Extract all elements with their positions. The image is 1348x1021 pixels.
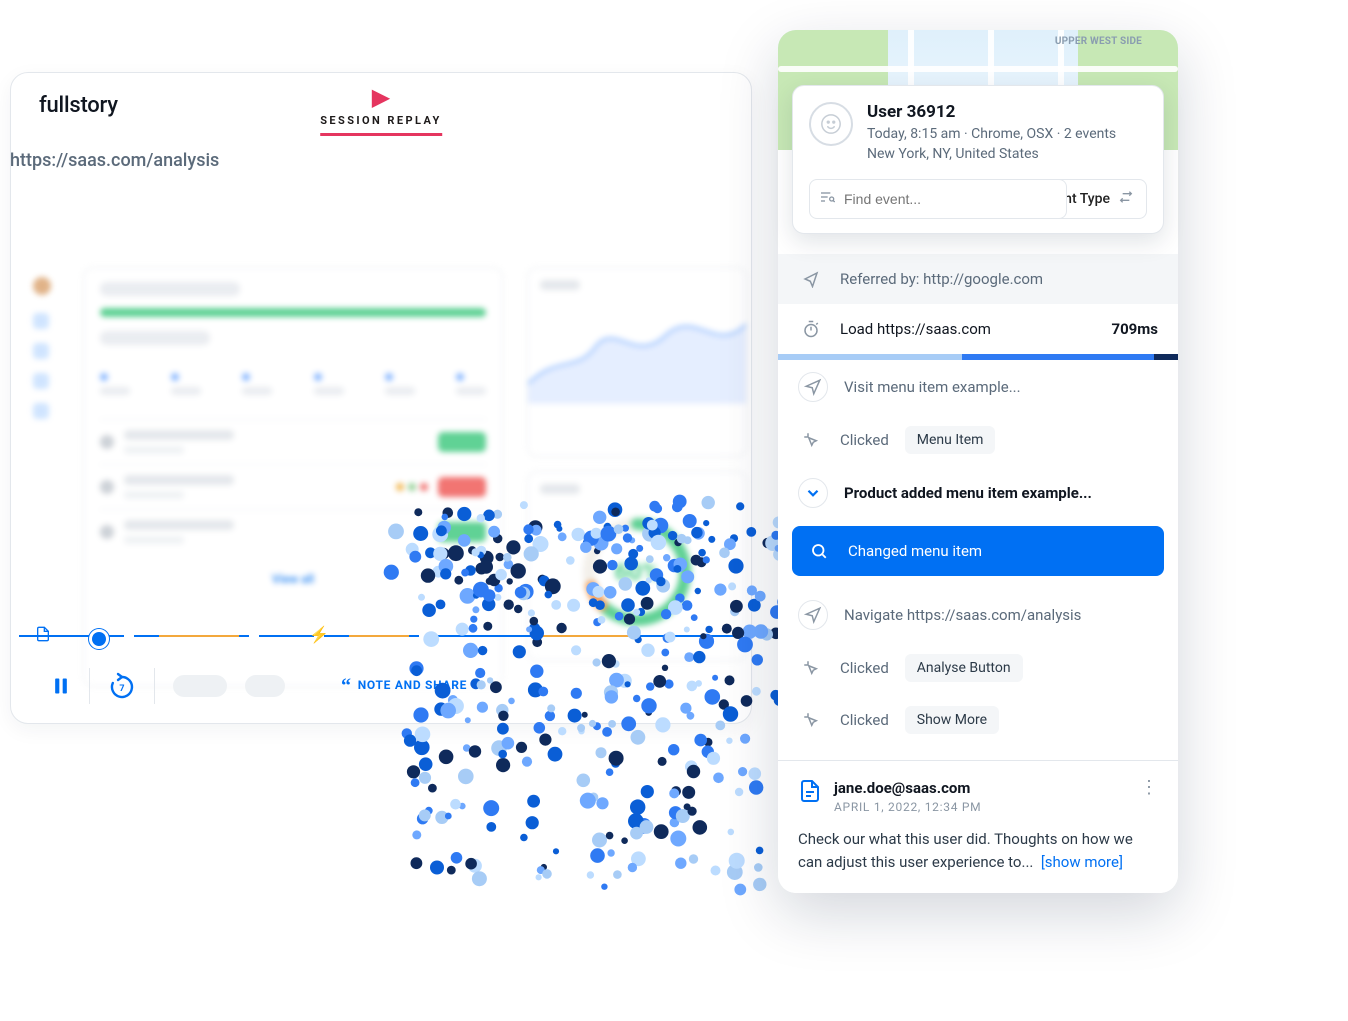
event-clicked-2[interactable]: Clicked Analyse Button (778, 642, 1178, 694)
user-name[interactable]: User 36912 (867, 102, 1116, 122)
mini-line-chart (528, 294, 746, 404)
event-visit[interactable]: Visit menu item example... (778, 360, 1178, 414)
playhead[interactable] (89, 629, 109, 649)
navigate-icon (798, 600, 828, 630)
note-body: Check our what this user did. Thoughts o… (798, 828, 1158, 873)
note-date: APRIL 1, 2022, 12:34 PM (834, 800, 1128, 814)
click-icon (798, 655, 824, 681)
swap-icon (1118, 189, 1134, 209)
chevron-down-icon (798, 478, 828, 508)
note-author[interactable]: jane.doe@saas.com (834, 779, 1128, 797)
load-time: 709ms (1111, 320, 1158, 338)
note-and-share-button[interactable]: “NOTE AND SHARE (341, 675, 467, 698)
brand-logo: fullstory (39, 93, 118, 118)
view-all-link[interactable]: View all (100, 572, 486, 586)
clicked-target-chip: Show More (905, 706, 999, 734)
pause-button[interactable] (51, 674, 71, 698)
replay-header: fullstory ▶ SESSION REPLAY (11, 73, 751, 133)
session-replay-label: SESSION REPLAY (320, 114, 442, 136)
event-expanded[interactable]: Product added menu item example... (778, 466, 1178, 520)
map-label: UPPER WEST SIDE (1055, 36, 1142, 47)
note-menu-button[interactable]: ⋮ (1140, 779, 1158, 797)
rewind-button[interactable]: 7 (108, 672, 136, 700)
user-meta: Today, 8:15 am · Chrome, OSX · 2 eventsN… (867, 124, 1116, 165)
find-event-input[interactable] (809, 179, 1067, 219)
clicked-target-chip: Menu Item (905, 426, 996, 454)
bolt-icon: ⚡ (309, 625, 329, 644)
volume-control[interactable] (245, 675, 285, 697)
event-clicked-3[interactable]: Clicked Show More (778, 694, 1178, 746)
note-card: jane.doe@saas.com APRIL 1, 2022, 12:34 P… (778, 761, 1178, 893)
document-icon (35, 625, 51, 647)
event-navigate[interactable]: Navigate https://saas.com/analysis (778, 588, 1178, 642)
session-url: https://saas.com/analysis (10, 150, 219, 171)
share-icon (798, 266, 824, 292)
avatar-icon (809, 102, 853, 146)
stopwatch-icon (798, 316, 824, 342)
replay-viewport: View all (33, 267, 747, 611)
click-icon (798, 707, 824, 733)
clicked-target-chip: Analyse Button (905, 654, 1023, 682)
play-icon: ▶ (320, 85, 442, 109)
event-list: Referred by: http://google.com Load http… (778, 254, 1178, 893)
note-icon (798, 779, 822, 807)
search-icon (806, 538, 832, 564)
filter-list-icon (819, 189, 835, 209)
svg-text:7: 7 (119, 684, 124, 694)
quote-icon: “ (341, 675, 352, 697)
speed-control[interactable] (173, 675, 227, 697)
user-card: User 36912 Today, 8:15 am · Chrome, OSX … (792, 85, 1164, 234)
progress-ring: 60% (577, 512, 697, 632)
event-load[interactable]: Load https://saas.com 709ms (778, 304, 1178, 354)
event-active[interactable]: Changed menu item (792, 526, 1164, 576)
progress-value: 60% (577, 512, 697, 632)
find-event-wrap (809, 179, 1019, 219)
session-replay-badge: ▶ SESSION REPLAY (320, 85, 442, 136)
playback-controls: 7 “NOTE AND SHARE (19, 659, 743, 713)
playback-timeline[interactable]: ⚡ (19, 623, 743, 651)
load-progress-bar (778, 354, 1178, 360)
event-referred[interactable]: Referred by: http://google.com (778, 254, 1178, 304)
event-panel: UPPER WEST SIDE User 36912 Today, 8:15 a… (778, 30, 1178, 893)
show-more-link[interactable]: [show more] (1041, 853, 1123, 871)
click-icon (798, 427, 824, 453)
navigate-icon (798, 372, 828, 402)
event-clicked-1[interactable]: Clicked Menu Item (778, 414, 1178, 466)
